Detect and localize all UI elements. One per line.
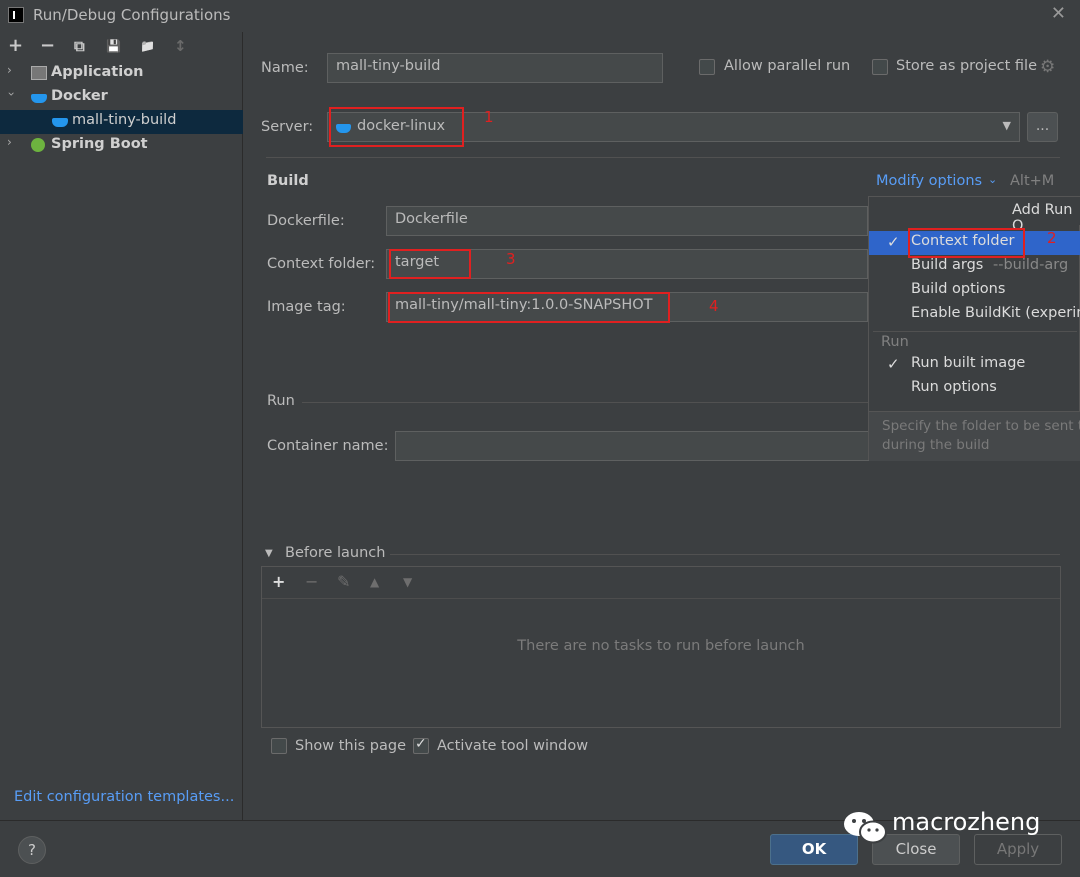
popup-header: Add Run O <box>869 197 1080 234</box>
option-build-args[interactable]: Build args --build-arg <box>869 255 1080 279</box>
activate-tool-window-checkbox[interactable] <box>413 736 429 754</box>
modify-options-link[interactable]: Modify options <box>876 173 982 189</box>
chevron-right-icon[interactable]: › <box>7 63 12 77</box>
tree-item-mall-tiny-build[interactable]: mall-tiny-build <box>0 110 243 134</box>
option-label: Enable BuildKit (experim <box>911 305 1080 321</box>
option-label: Build args <box>911 257 984 273</box>
chevron-down-icon: ⌄ <box>988 173 998 186</box>
option-label: Run options <box>911 379 997 395</box>
server-label: Server: <box>261 119 314 135</box>
apply-button[interactable]: Apply <box>974 834 1062 865</box>
store-project-checkbox[interactable] <box>872 59 888 75</box>
configurations-sidebar: + − ⧉ 💾 📁 ↕ › Application › Docker mall-… <box>0 32 243 820</box>
annotation-box-2 <box>908 228 1025 258</box>
allow-parallel-label: Allow parallel run <box>724 58 851 74</box>
close-window-icon[interactable]: ✕ <box>1051 3 1066 24</box>
description-line-1: Specify the folder to be sent to <box>882 418 1080 434</box>
tree-item-label: Spring Boot <box>51 136 148 152</box>
divider <box>873 331 1077 332</box>
check-icon: ✓ <box>887 355 900 373</box>
add-configuration-icon[interactable]: + <box>8 35 23 56</box>
run-section-title: Run <box>267 393 295 409</box>
title-bar: Run/Debug Configurations ✕ <box>0 0 1080 32</box>
divider <box>266 157 1060 158</box>
check-icon: ✓ <box>887 233 900 251</box>
edit-task-icon[interactable]: ✎ <box>337 572 350 591</box>
sort-icon[interactable]: ↕ <box>174 37 187 55</box>
context-folder-label: Context folder: <box>267 256 376 272</box>
edit-configuration-templates-link[interactable]: Edit configuration templates... <box>14 789 234 805</box>
option-run-built-image[interactable]: ✓ Run built image <box>869 353 1080 377</box>
tree-item-spring-boot[interactable]: › Spring Boot <box>0 134 243 158</box>
intellij-icon <box>8 7 24 23</box>
tree-item-label: Application <box>51 64 144 80</box>
save-configuration-icon[interactable]: 💾 <box>106 39 121 53</box>
name-input[interactable]: mall-tiny-build <box>327 53 663 83</box>
tree-item-label: mall-tiny-build <box>72 112 177 128</box>
option-enable-buildkit[interactable]: Enable BuildKit (experim <box>869 303 1080 327</box>
divider <box>390 554 1060 555</box>
option-hint: --build-arg <box>993 257 1069 273</box>
annotation-box-1 <box>329 107 464 147</box>
activate-tool-window-label: Activate tool window <box>437 738 589 754</box>
tree-item-label: Docker <box>51 88 108 104</box>
option-label: Run built image <box>911 355 1026 371</box>
tree-item-application[interactable]: › Application <box>0 62 243 86</box>
description-line-2: during the build <box>882 437 990 453</box>
chevron-down-icon: ▼ <box>1002 119 1011 132</box>
annotation-box-4 <box>388 292 670 323</box>
spring-boot-icon <box>31 138 45 152</box>
remove-task-icon[interactable]: − <box>305 572 318 591</box>
docker-icon <box>52 118 68 127</box>
help-button[interactable]: ? <box>18 836 46 864</box>
before-launch-toolbar: + − ✎ ▲ ▼ <box>262 567 1060 599</box>
tree-item-docker[interactable]: › Docker <box>0 86 243 110</box>
before-launch-title: Before launch <box>285 545 386 561</box>
annotation-number-2: 2 <box>1047 229 1057 247</box>
show-this-page-checkbox[interactable] <box>271 738 287 754</box>
container-name-label: Container name: <box>267 438 389 454</box>
copy-configuration-icon[interactable]: ⧉ <box>74 37 85 55</box>
move-up-icon[interactable]: ▲ <box>370 575 379 589</box>
annotation-number-4: 4 <box>709 297 719 315</box>
option-label: Build options <box>911 281 1006 297</box>
annotation-number-1: 1 <box>484 108 494 126</box>
before-launch-panel: + − ✎ ▲ ▼ There are no tasks to run befo… <box>261 566 1061 728</box>
annotation-number-3: 3 <box>506 250 516 268</box>
popup-group-run: Run <box>881 334 909 350</box>
application-icon <box>31 66 47 80</box>
window-title: Run/Debug Configurations <box>33 6 231 24</box>
wechat-icon <box>844 812 887 844</box>
watermark-text: macrozheng <box>892 808 1041 836</box>
chevron-right-icon[interactable]: › <box>7 135 12 149</box>
divider <box>302 402 868 403</box>
store-project-label: Store as project file <box>896 58 1037 74</box>
option-run-options[interactable]: Run options <box>869 377 1080 401</box>
remove-configuration-icon[interactable]: − <box>40 35 55 56</box>
build-section-title: Build <box>267 173 309 189</box>
browse-server-button[interactable]: ... <box>1027 112 1058 142</box>
empty-tasks-text: There are no tasks to run before launch <box>517 638 805 654</box>
modify-options-shortcut: Alt+M <box>1010 173 1055 189</box>
collapse-triangle-icon[interactable]: ▼ <box>265 548 273 559</box>
show-this-page-label: Show this page <box>295 738 407 754</box>
move-down-icon[interactable]: ▼ <box>403 575 412 589</box>
option-build-options[interactable]: Build options <box>869 279 1080 303</box>
name-label: Name: <box>261 60 309 76</box>
dockerfile-input[interactable]: Dockerfile <box>386 206 868 236</box>
gear-icon[interactable]: ⚙ <box>1040 57 1055 77</box>
new-folder-icon[interactable]: 📁 <box>140 39 155 53</box>
image-tag-label: Image tag: <box>267 299 346 315</box>
allow-parallel-checkbox[interactable] <box>699 59 715 75</box>
dockerfile-label: Dockerfile: <box>267 213 345 229</box>
popup-description: Specify the folder to be sent to during … <box>869 411 1080 461</box>
annotation-box-3 <box>389 249 471 279</box>
docker-icon <box>31 94 47 103</box>
add-task-icon[interactable]: + <box>272 572 285 591</box>
chevron-down-icon[interactable]: › <box>4 92 18 97</box>
